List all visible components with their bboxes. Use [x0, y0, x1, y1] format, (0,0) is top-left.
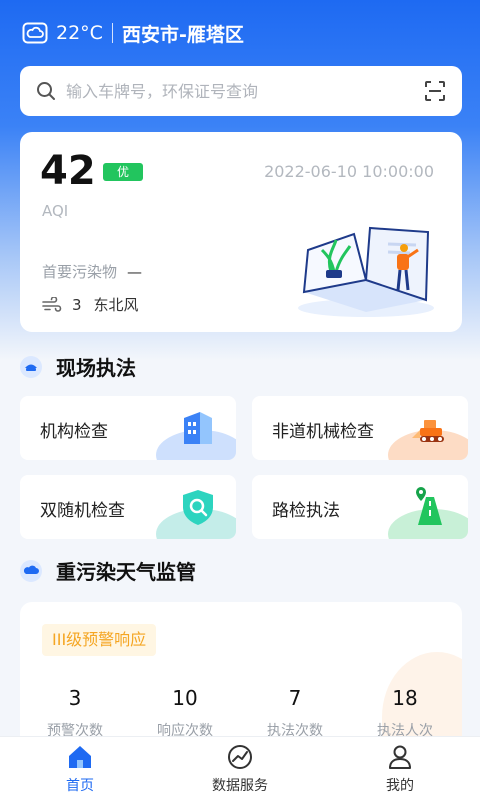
tile-double-random-label: 双随机检查 [40, 501, 125, 521]
search-input[interactable] [66, 81, 424, 101]
tab-home-label: 首页 [66, 777, 94, 794]
section-title-heavy-text: 重污染天气监管 [56, 560, 196, 584]
temperature: 22°C [56, 22, 103, 44]
tile-road-enforcement[interactable]: 路检执法 [252, 475, 468, 539]
section-title-heavy-pollution: 重污染天气监管 [20, 556, 196, 585]
stat-value: 7 [288, 686, 302, 710]
bottom-tab-bar: 首页 数据服务 我的 [0, 736, 480, 800]
tab-mine[interactable]: 我的 [320, 737, 480, 800]
primary-pollutant-value: — [127, 263, 143, 281]
tile-nonroad-machinery-label: 非道机械检查 [272, 422, 374, 442]
primary-pollutant-label: 首要污染物 [42, 263, 118, 281]
warning-level-badge: III级预警响应 [42, 624, 157, 656]
user-icon [389, 745, 411, 769]
aqi-level-badge: 优 [103, 163, 143, 181]
police-cap-icon [20, 355, 42, 378]
aqi-card[interactable]: 42 优 2022-06-10 10:00:00 AQI 首要污染物 — 3 东北… [20, 132, 462, 332]
scan-icon[interactable] [424, 80, 446, 102]
tab-mine-label: 我的 [386, 777, 414, 794]
cloud-icon [22, 22, 48, 44]
aqi-label: AQI [42, 202, 69, 220]
stat-enforcement-count: 7 执法次数 [240, 686, 350, 740]
wind-info: 3 东北风 [42, 294, 139, 315]
section-title-onsite: 现场执法 [20, 352, 136, 381]
reading-illustration [298, 226, 434, 317]
cloud-badge-icon [20, 559, 42, 582]
search-icon [37, 82, 55, 100]
road-pin-icon [416, 487, 442, 525]
tab-home[interactable]: 首页 [0, 737, 160, 800]
wind-icon [42, 296, 62, 312]
shield-search-icon [183, 490, 213, 525]
tab-data-service[interactable]: 数据服务 [160, 737, 320, 800]
section-title-onsite-text: 现场执法 [56, 356, 136, 380]
data-service-icon [228, 744, 252, 769]
location-name[interactable]: 西安市-雁塔区 [122, 20, 244, 47]
stat-value: 3 [68, 686, 82, 710]
aqi-value: 42 [40, 148, 96, 194]
bulldozer-icon [412, 420, 444, 442]
aqi-timestamp: 2022-06-10 10:00:00 [264, 162, 434, 181]
primary-pollutant: 首要污染物 — [42, 261, 142, 282]
tile-nonroad-machinery[interactable]: 非道机械检查 [252, 396, 468, 460]
tile-org-inspection[interactable]: 机构检查 [20, 396, 236, 460]
search-bar[interactable] [20, 66, 462, 116]
location-bar[interactable]: 22°C 西安市-雁塔区 [22, 16, 244, 50]
wind-direction: 东北风 [93, 296, 139, 314]
stat-value: 10 [172, 686, 198, 710]
stat-enforcement-person-count: 18 执法人次 [350, 686, 460, 740]
home-icon [69, 745, 91, 768]
building-icon [184, 412, 212, 444]
tile-double-random-inspection[interactable]: 双随机检查 [20, 475, 236, 539]
tile-org-inspection-label: 机构检查 [40, 422, 108, 442]
stat-warning-count: 3 预警次数 [20, 686, 130, 740]
divider [111, 23, 113, 43]
tile-road-enforcement-label: 路检执法 [272, 501, 340, 521]
wind-level: 3 [72, 295, 82, 314]
stat-response-count: 10 响应次数 [130, 686, 240, 740]
tab-data-service-label: 数据服务 [212, 777, 268, 794]
stat-value: 18 [392, 686, 418, 710]
